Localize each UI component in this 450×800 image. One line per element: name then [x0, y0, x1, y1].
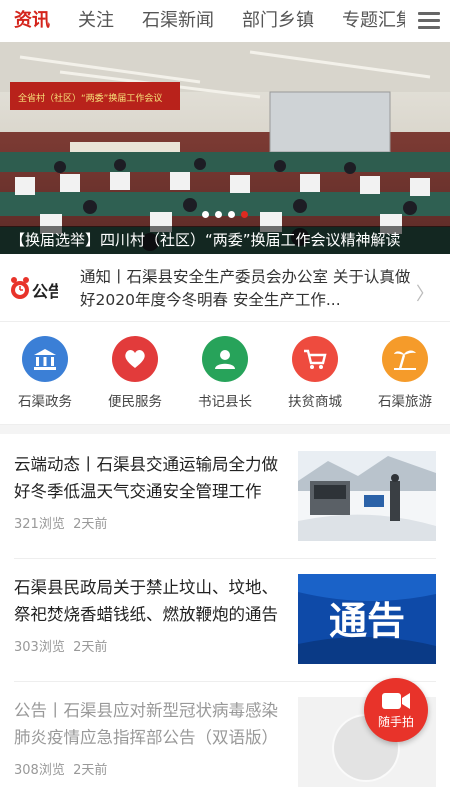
thumb-notice-text: 通告: [329, 599, 405, 643]
notice-icon-label: 公告: [32, 282, 58, 301]
banner-carousel[interactable]: 全省村（社区）“两委”换届工作会议 【换届选举】四川村（社区）“两委”换届工作会…: [0, 42, 450, 254]
menu-icon[interactable]: [418, 12, 440, 30]
heart-icon: [112, 336, 158, 382]
news-thumbnail[interactable]: [298, 451, 436, 541]
banner-backdrop-title: 全省村（社区）“两委”换届工作会议: [18, 92, 162, 104]
news-meta: 308浏览 2天前: [14, 759, 107, 778]
tab-shiqu-news[interactable]: 石渠新闻: [128, 0, 228, 42]
service-label: 便民服务: [108, 394, 162, 410]
carousel-indicators: [202, 211, 248, 218]
video-camera-icon: [382, 692, 410, 709]
carousel-dot[interactable]: [215, 211, 222, 218]
shopping-cart-icon: [292, 336, 338, 382]
service-grid: 石渠政务 便民服务 书记县长 扶贫商城 石渠旅游: [0, 336, 450, 420]
publish-time: 2天前: [73, 763, 108, 778]
chevron-right-icon[interactable]: 〉: [416, 280, 434, 306]
tab-topics[interactable]: 专题汇集: [328, 0, 405, 42]
service-officials[interactable]: 书记县长: [182, 336, 268, 420]
list-separator: [14, 681, 436, 682]
carousel-dot[interactable]: [202, 211, 209, 218]
banner-caption[interactable]: 【换届选举】四川村（社区）“两委”换届工作会议精神解读: [0, 226, 450, 254]
news-title[interactable]: 石渠县民政局关于禁止坟山、坟地、祭祀焚烧香蜡钱纸、燃放鞭炮的通告: [14, 574, 286, 628]
announcement-icon: 公告: [8, 268, 64, 308]
tab-follow[interactable]: 关注: [64, 0, 128, 42]
service-poverty-mall[interactable]: 扶贫商城: [272, 336, 358, 420]
service-tourism[interactable]: 石渠旅游: [362, 336, 448, 420]
news-item[interactable]: 石渠县民政局关于禁止坟山、坟地、祭祀焚烧香蜡钱纸、燃放鞭炮的通告 303浏览 2…: [14, 574, 436, 666]
list-separator: [14, 558, 436, 559]
tab-news-feed[interactable]: 资讯: [0, 0, 64, 42]
service-label: 石渠政务: [18, 394, 72, 410]
top-tab-bar: 资讯 关注 石渠新闻 部门乡镇 专题汇集: [0, 0, 450, 42]
service-shiqu-government[interactable]: 石渠政务: [2, 336, 88, 420]
palm-tree-icon: [382, 336, 428, 382]
quick-snap-button[interactable]: 随手拍: [364, 678, 428, 742]
news-meta: 321浏览 2天前: [14, 513, 107, 532]
banner-image: 全省村（社区）“两委”换届工作会议: [0, 42, 450, 254]
tab-departments[interactable]: 部门乡镇: [228, 0, 328, 42]
view-count: 321浏览: [14, 517, 65, 532]
notice-text[interactable]: 通知丨石渠县安全生产委员会办公室 关于认真做好2020年度今冬明春 安全生产工作…: [80, 266, 415, 312]
news-meta: 303浏览 2天前: [14, 636, 107, 655]
news-thumbnail[interactable]: 通告: [298, 574, 436, 664]
service-convenience[interactable]: 便民服务: [92, 336, 178, 420]
view-count: 303浏览: [14, 640, 65, 655]
section-divider: [0, 424, 450, 434]
news-title[interactable]: 公告丨石渠县应对新型冠状病毒感染肺炎疫情应急指挥部公告（双语版）: [14, 697, 286, 751]
government-building-icon: [22, 336, 68, 382]
service-label: 扶贫商城: [288, 394, 342, 410]
carousel-dot[interactable]: [228, 211, 235, 218]
tab-list: 资讯 关注 石渠新闻 部门乡镇 专题汇集: [0, 0, 405, 42]
service-label: 书记县长: [198, 394, 252, 410]
person-icon: [202, 336, 248, 382]
notice-bar[interactable]: 公告 通知丨石渠县安全生产委员会办公室 关于认真做好2020年度今冬明春 安全生…: [0, 254, 450, 322]
publish-time: 2天前: [73, 517, 108, 532]
view-count: 308浏览: [14, 763, 65, 778]
service-label: 石渠旅游: [378, 394, 432, 410]
publish-time: 2天前: [73, 640, 108, 655]
news-title[interactable]: 云端动态丨石渠县交通运输局全力做好冬季低温天气交通安全管理工作: [14, 451, 286, 505]
quick-snap-label: 随手拍: [377, 714, 414, 729]
news-item[interactable]: 云端动态丨石渠县交通运输局全力做好冬季低温天气交通安全管理工作 321浏览 2天…: [14, 451, 436, 543]
carousel-dot-active[interactable]: [241, 211, 248, 218]
